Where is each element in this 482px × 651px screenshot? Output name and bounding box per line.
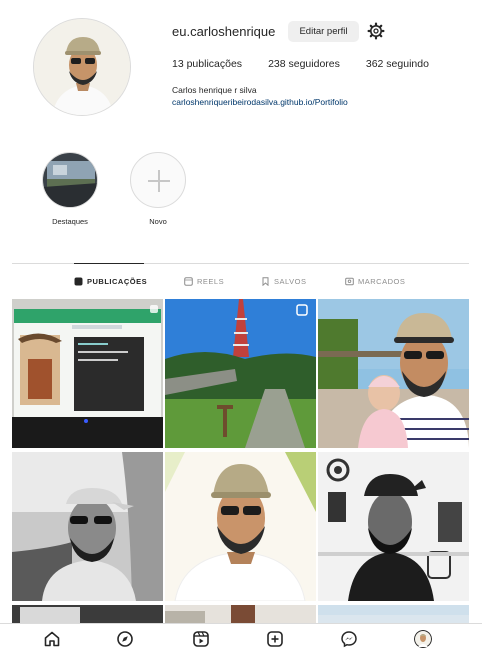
tab-label: PUBLICAÇÕES <box>87 277 148 286</box>
grid-icon <box>74 277 83 286</box>
highlight-label: Destaques <box>52 217 88 226</box>
tab-label: SALVOS <box>274 277 307 286</box>
tab-marcados[interactable]: MARCADOS <box>345 277 405 286</box>
bio-link[interactable]: carloshenriqueribeirodasilva.github.io/P… <box>172 97 348 107</box>
highlight-add-circle <box>130 152 186 208</box>
highlight-new[interactable]: Novo <box>128 152 188 226</box>
tab-reels[interactable]: REELS <box>184 277 224 286</box>
tab-publicacoes[interactable]: PUBLICAÇÕES <box>74 277 147 286</box>
profile-stats: 13 publicações 238 seguidores 362 seguin… <box>172 58 455 70</box>
messenger-icon[interactable] <box>340 630 358 648</box>
home-icon[interactable] <box>43 630 61 648</box>
new-post-icon[interactable] <box>266 630 284 648</box>
profile-avatar[interactable] <box>414 630 432 648</box>
profile-avatar[interactable] <box>33 18 131 116</box>
active-tab-indicator <box>74 263 144 264</box>
username: eu.carloshenrique <box>172 24 276 39</box>
tab-label: MARCADOS <box>358 277 406 286</box>
tab-salvos[interactable]: SALVOS <box>261 277 307 287</box>
edit-profile-button[interactable]: Editar perfil <box>288 21 359 42</box>
post-thumbnail[interactable] <box>165 605 316 623</box>
posts-count: 13 publicações <box>172 58 243 70</box>
tab-label: REELS <box>197 277 225 286</box>
bottom-navigation <box>0 623 482 651</box>
plus-icon <box>148 170 170 192</box>
post-thumbnail[interactable] <box>165 299 316 448</box>
tagged-icon <box>345 277 354 286</box>
highlight-label: Novo <box>149 217 167 226</box>
bookmark-icon <box>261 277 270 287</box>
highlight-destaques[interactable]: Destaques <box>40 152 100 226</box>
post-thumbnail[interactable] <box>165 452 316 601</box>
explore-icon[interactable] <box>116 630 134 648</box>
reels-icon <box>184 277 193 286</box>
bio-full-name: Carlos henrique r silva <box>172 85 257 95</box>
post-thumbnail[interactable] <box>12 452 163 601</box>
highlight-cover <box>42 152 98 208</box>
post-thumbnail[interactable] <box>12 299 163 448</box>
post-thumbnail[interactable] <box>318 605 469 623</box>
reels-icon[interactable] <box>192 630 210 648</box>
gear-icon[interactable] <box>367 22 385 40</box>
post-thumbnail[interactable] <box>12 605 163 623</box>
following-count[interactable]: 362 seguindo <box>366 58 429 70</box>
followers-count[interactable]: 238 seguidores <box>268 58 340 70</box>
post-thumbnail[interactable] <box>318 299 469 448</box>
post-thumbnail[interactable] <box>318 452 469 601</box>
